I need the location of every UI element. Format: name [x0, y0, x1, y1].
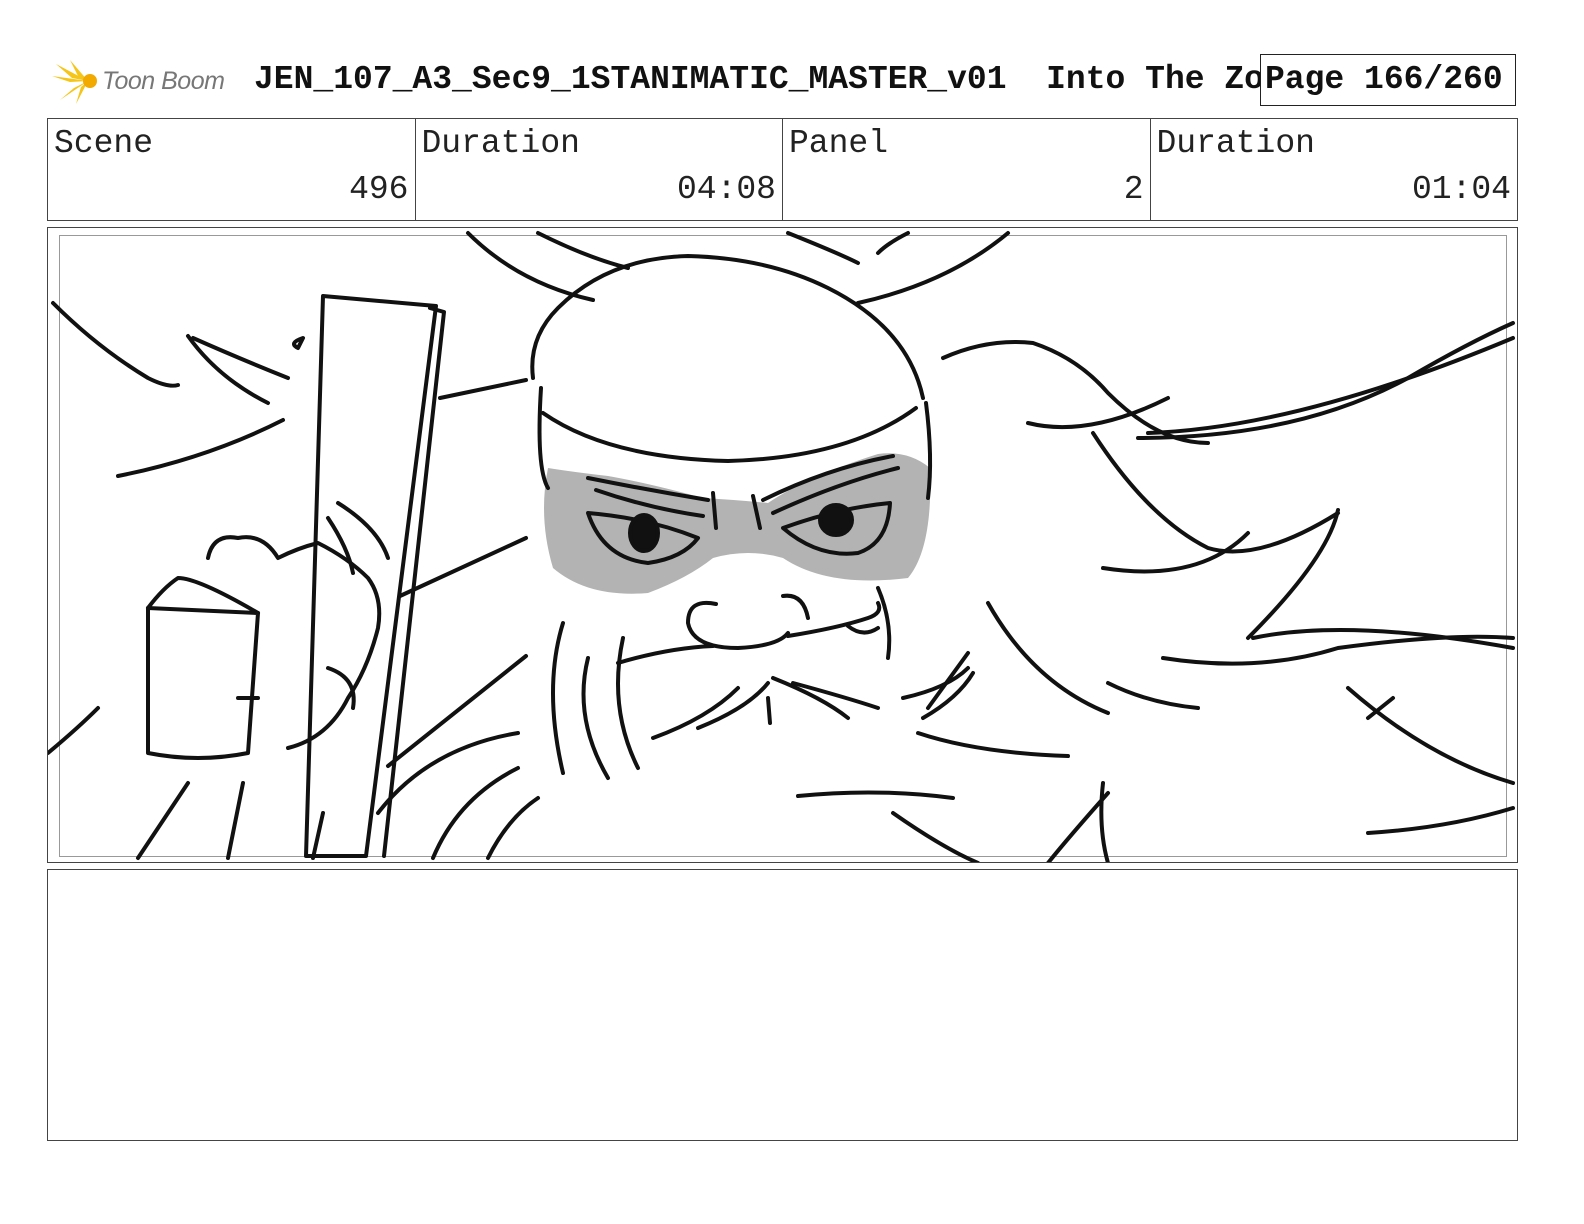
head-outline: [530, 254, 925, 400]
panel-duration-cell: Duration 01:04: [1151, 119, 1518, 220]
scene-duration-value: 04:08: [676, 171, 776, 208]
scene-cell: Scene 496: [48, 119, 416, 220]
panel-value: 2: [1123, 171, 1144, 208]
scene-duration-label: Duration: [421, 125, 580, 162]
storyboard-panel: [47, 227, 1518, 863]
helmet-brim: [541, 406, 918, 463]
toon-boom-logo: Toon Boom: [52, 56, 238, 106]
nose: [686, 600, 790, 650]
notes-area: [47, 869, 1518, 1141]
page-indicator: Page 166/260: [1260, 54, 1516, 106]
scene-label: Scene: [54, 125, 154, 162]
logo-text: Toon Boom: [102, 66, 225, 95]
panel-cell: Panel 2: [783, 119, 1151, 220]
panel-duration-label: Duration: [1156, 125, 1315, 162]
panel-label: Panel: [789, 125, 889, 162]
scene-duration-cell: Duration 04:08: [416, 119, 783, 220]
scene-info-row: Scene 496 Duration 04:08 Panel 2 Duratio…: [47, 118, 1518, 221]
scene-value: 496: [349, 171, 409, 208]
panel-duration-value: 01:04: [1411, 171, 1511, 208]
toon-boom-burst-icon: [52, 60, 97, 104]
storyboard-sketch: [48, 231, 1515, 862]
